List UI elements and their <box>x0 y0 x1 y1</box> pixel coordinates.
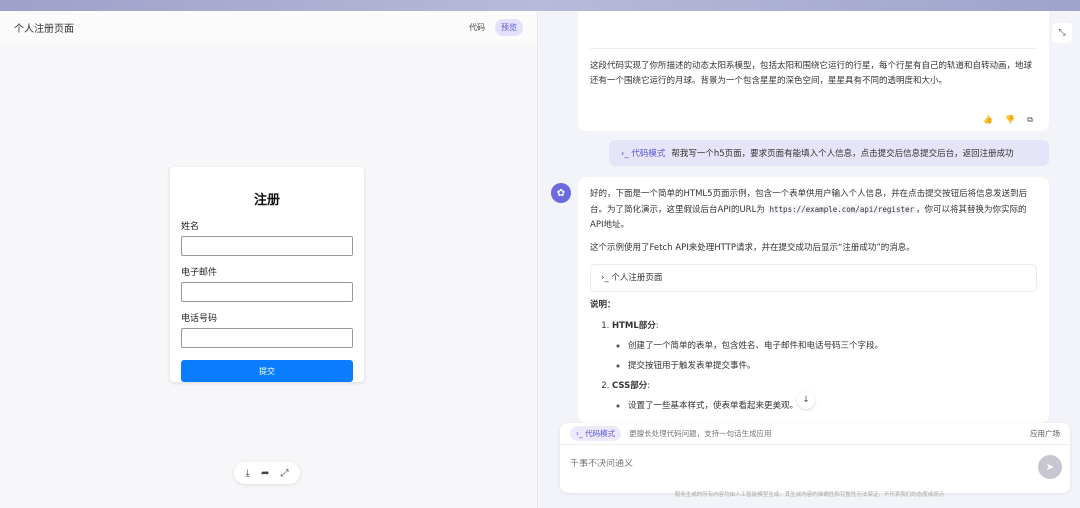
list-subitem: 设置了一些基本样式，使表单看起来更美观。 <box>628 399 1037 414</box>
collapse-icon[interactable]: ⤡ <box>1052 23 1072 43</box>
registration-form: 注册 姓名 电子邮件 电话号码 提交 <box>170 167 364 382</box>
assistant-answer: 好的，下面是一个简单的HTML5页面示例，包含一个表单供用户输入个人信息，并在点… <box>578 177 1049 423</box>
chat-input-box: ›_ 代码模式 更擅长处理代码问题，支持一句话生成应用 应用广场 ➤ <box>560 423 1070 493</box>
list-item: CSS部分: 设置了一些基本样式，使表单看起来更美观。 <box>612 379 1037 414</box>
submit-button[interactable]: 提交 <box>181 360 353 382</box>
assistant-avatar: ✿ <box>551 183 571 203</box>
artifact-card[interactable]: ›_ 个人注册页面 <box>590 264 1037 292</box>
answer-paragraph-2: 这个示例使用了Fetch API来处理HTTP请求，并在提交成功后显示“注册成功… <box>590 243 915 253</box>
email-label: 电子邮件 <box>181 268 218 278</box>
list-item-title: CSS部分 <box>612 381 648 391</box>
email-field[interactable] <box>181 282 353 302</box>
chat-pane: ⤡ 这段代码实现了你所描述的动态太阳系模型，包括太阳和围绕它运行的行星，每个行星… <box>539 11 1080 508</box>
mode-pill[interactable]: ›_ 代码模式 <box>570 426 622 441</box>
form-heading: 注册 <box>253 193 280 208</box>
list-item-title: HTML部分 <box>612 321 656 331</box>
preview-toolbar: ⤓ ➦ ⤢ <box>234 462 300 484</box>
copy-icon[interactable]: ⧉ <box>1027 112 1033 127</box>
user-message: ›_ 代码模式 帮我写一个h5页面，要求页面有能填入个人信息，点击提交后信息提交… <box>609 140 1049 166</box>
like-icon[interactable]: 👍 <box>983 112 993 127</box>
phone-label: 电话号码 <box>181 314 218 324</box>
input-toolbar: ›_ 代码模式 更擅长处理代码问题，支持一句话生成应用 应用广场 <box>560 423 1070 445</box>
answer-actions: 👍 👎 ⧉ <box>983 112 1033 127</box>
tab-preview[interactable]: 预览 <box>495 18 523 36</box>
list-subitem: 提交按钮用于触发表单提交事件。 <box>628 359 1037 374</box>
send-icon[interactable]: ➤ <box>1038 455 1062 479</box>
app-square-link[interactable]: 应用广场 <box>1030 428 1060 439</box>
code-mode-tag: ›_ 代码模式 <box>621 149 666 159</box>
phone-field[interactable] <box>181 328 353 348</box>
mode-hint: 更擅长处理代码问题，支持一句话生成应用 <box>629 429 772 438</box>
window-top-bar <box>0 0 1080 11</box>
fullscreen-icon[interactable]: ⤢ <box>280 468 288 479</box>
api-url-code: https://example.com/api/register <box>767 205 917 214</box>
list-item: HTML部分: 创建了一个简单的表单，包含姓名、电子邮件和电话号码三个字段。 提… <box>612 319 1037 374</box>
preview-pane: 个人注册页面 代码 预览 注册 姓名 电子邮件 电话号码 提交 ⤓ ➦ ⤢ <box>0 11 538 508</box>
previous-answer-text: 这段代码实现了你所描述的动态太阳系模型，包括太阳和围绕它运行的行星，每个行星有自… <box>590 61 1033 86</box>
explain-title: 说明： <box>590 300 616 310</box>
previous-artifact <box>590 11 1037 49</box>
list-subitem: 创建了一个简单的表单，包含姓名、电子邮件和电话号码三个字段。 <box>628 339 1037 354</box>
share-icon[interactable]: ➦ <box>261 468 269 479</box>
view-toggle: 代码 预览 <box>463 18 523 36</box>
tab-code[interactable]: 代码 <box>463 19 491 36</box>
answer-paragraph-1: 好的，下面是一个简单的HTML5页面示例，包含一个表单供用户输入个人信息，并在点… <box>590 187 1037 233</box>
preview-title: 个人注册页面 <box>14 23 74 35</box>
name-field[interactable] <box>181 236 353 256</box>
download-icon[interactable]: ⤓ <box>246 468 250 479</box>
previous-answer: 这段代码实现了你所描述的动态太阳系模型，包括太阳和围绕它运行的行星，每个行星有自… <box>578 11 1049 131</box>
dislike-icon[interactable]: 👎 <box>1005 112 1015 127</box>
preview-header: 个人注册页面 代码 预览 <box>0 11 537 43</box>
scroll-down-icon[interactable]: ↓ <box>797 391 815 409</box>
user-message-text: 帮我写一个h5页面，要求页面有能填入个人信息，点击提交后信息提交后台，返回注册成… <box>671 149 1014 159</box>
name-label: 姓名 <box>181 222 200 232</box>
chat-input[interactable] <box>570 459 1010 469</box>
disclaimer: 服务生成的所有内容均由人工智能模型生成，其生成内容的准确性和完整性无法保证，不代… <box>674 492 945 498</box>
